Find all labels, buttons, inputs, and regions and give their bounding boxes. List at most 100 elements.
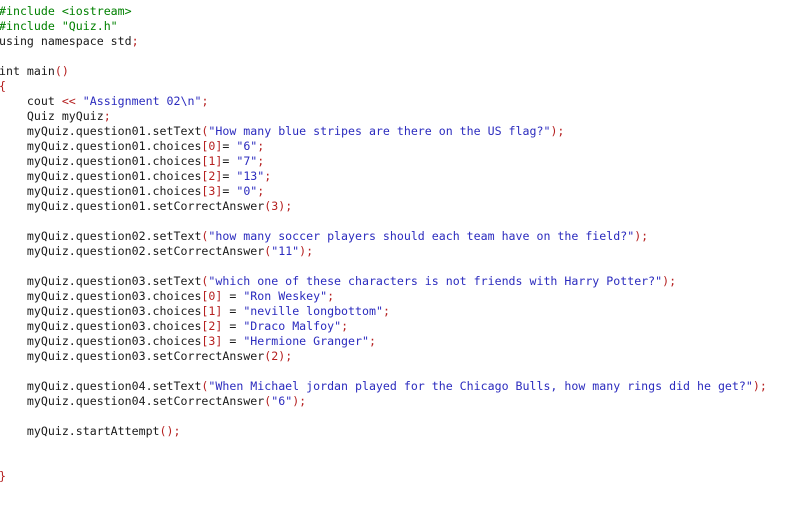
code-line[interactable]: } [0, 469, 767, 484]
code-token-str: "7" [236, 154, 258, 168]
code-token-plain: myQuiz.question04.setCorrectAnswer [0, 394, 265, 408]
code-token-punc: ; [201, 94, 209, 108]
code-token-str: "Hermione Granger" [243, 334, 369, 348]
code-line[interactable]: myQuiz.question01.choices[1]= "7"; [0, 154, 767, 169]
code-token-num: [2] [201, 169, 223, 183]
code-line[interactable]: myQuiz.question01.setCorrectAnswer(3); [0, 199, 767, 214]
code-token-plain: int main [0, 64, 55, 78]
code-token-punc: ; [257, 184, 265, 198]
code-token-pre: #include <iostream> [0, 4, 132, 18]
code-line[interactable]: myQuiz.question04.setCorrectAnswer("6"); [0, 394, 767, 409]
code-token-punc: () [54, 64, 69, 78]
code-line[interactable]: { [0, 79, 767, 94]
code-line[interactable]: myQuiz.question01.choices[0]= "6"; [0, 139, 767, 154]
code-line[interactable]: myQuiz.question03.choices[0] = "Ron Wesk… [0, 289, 767, 304]
code-line[interactable]: #include "Quiz.h" [0, 19, 767, 34]
code-token-punc: (2); [264, 349, 293, 363]
code-token-num: [0] [201, 289, 223, 303]
code-token-num: [2] [201, 319, 223, 333]
code-token-num: [1] [201, 304, 223, 318]
code-token-plain: myQuiz.question03.choices [0, 289, 202, 303]
code-token-str: "neville longbottom" [243, 304, 383, 318]
code-token-brace: } [0, 469, 6, 483]
code-token-plain: myQuiz.question02.setText [0, 229, 202, 243]
code-token-punc: ; [382, 304, 390, 318]
code-token-plain: myQuiz.question01.setText [0, 124, 202, 138]
code-line[interactable] [0, 214, 767, 229]
code-token-plain: myQuiz.question03.setText [0, 274, 202, 288]
code-line[interactable]: #include <iostream> [0, 4, 767, 19]
code-token-plain: = [222, 289, 244, 303]
code-line[interactable]: myQuiz.question03.setCorrectAnswer(2); [0, 349, 767, 364]
code-token-plain: myQuiz.question01.choices [0, 154, 202, 168]
code-token-str: "13" [236, 169, 265, 183]
code-token-plain: myQuiz.startAttempt [0, 424, 160, 438]
code-token-num: [1] [201, 154, 223, 168]
code-line[interactable]: Quiz myQuiz; [0, 109, 767, 124]
code-token-plain: = [222, 169, 237, 183]
code-token-str: "which one of these characters is not fr… [208, 274, 663, 288]
code-token-punc: ); [550, 124, 565, 138]
code-token-str: "Draco Malfoy" [243, 319, 342, 333]
code-token-plain: = [222, 139, 237, 153]
code-line[interactable]: int main() [0, 64, 767, 79]
code-line[interactable]: cout << "Assignment 02\n"; [0, 94, 767, 109]
code-token-punc: ); [292, 394, 307, 408]
code-token-punc: (3); [264, 199, 293, 213]
code-token-str: "11" [271, 244, 300, 258]
code-token-punc: ; [257, 139, 265, 153]
code-line[interactable]: using namespace std; [0, 34, 767, 49]
code-token-plain: myQuiz.question03.setCorrectAnswer [0, 349, 265, 363]
code-token-punc: ); [752, 379, 767, 393]
code-token-plain: myQuiz.question01.choices [0, 139, 202, 153]
code-line[interactable] [0, 409, 767, 424]
code-line[interactable]: myQuiz.question02.setText("how many socc… [0, 229, 767, 244]
code-token-str: "When Michael jordan played for the Chic… [208, 379, 753, 393]
code-line[interactable]: myQuiz.question02.setCorrectAnswer("11")… [0, 244, 767, 259]
code-line[interactable]: myQuiz.question03.choices[2] = "Draco Ma… [0, 319, 767, 334]
code-line[interactable]: myQuiz.question03.choices[1] = "neville … [0, 304, 767, 319]
code-line[interactable] [0, 364, 767, 379]
code-line[interactable]: myQuiz.question03.setText("which one of … [0, 274, 767, 289]
code-editor-pane[interactable]: #include <iostream> #include "Quiz.h" usin… [0, 0, 791, 525]
code-token-str: "6" [271, 394, 293, 408]
code-token-punc: ); [634, 229, 649, 243]
code-line[interactable]: myQuiz.question01.setText("How many blue… [0, 124, 767, 139]
code-token-plain: myQuiz.question02.setCorrectAnswer [0, 244, 265, 258]
code-token-plain: cout [0, 94, 62, 108]
source-code-text[interactable]: #include <iostream> #include "Quiz.h" usin… [0, 4, 767, 484]
code-token-punc: << [61, 94, 76, 108]
code-token-num: [3] [201, 184, 223, 198]
code-token-str: "Assignment 02\n" [82, 94, 202, 108]
code-line[interactable]: myQuiz.question03.choices[3] = "Hermione… [0, 334, 767, 349]
code-line[interactable] [0, 439, 767, 454]
code-token-plain: myQuiz.question03.choices [0, 304, 202, 318]
code-line[interactable]: myQuiz.question01.choices[2]= "13"; [0, 169, 767, 184]
code-line[interactable]: myQuiz.startAttempt(); [0, 424, 767, 439]
code-line[interactable] [0, 49, 767, 64]
code-token-str: "6" [236, 139, 258, 153]
code-token-str: "0" [236, 184, 258, 198]
code-token-plain: myQuiz.question03.choices [0, 334, 202, 348]
code-token-num: [3] [201, 334, 223, 348]
code-token-pre: #include "Quiz.h" [0, 19, 118, 33]
code-token-plain: = [222, 184, 237, 198]
code-line[interactable]: myQuiz.question01.choices[3]= "0"; [0, 184, 767, 199]
code-token-str: "how many soccer players should each tea… [208, 229, 635, 243]
code-token-punc: ; [264, 169, 272, 183]
code-token-plain: = [222, 304, 244, 318]
code-token-plain: myQuiz.question01.choices [0, 184, 202, 198]
code-token-brace: { [0, 79, 6, 93]
code-line[interactable] [0, 259, 767, 274]
code-line[interactable] [0, 454, 767, 469]
code-line[interactable]: myQuiz.question04.setText("When Michael … [0, 379, 767, 394]
code-token-plain: myQuiz.question04.setText [0, 379, 202, 393]
code-token-plain: Quiz myQuiz [0, 109, 104, 123]
code-token-plain: myQuiz.question03.choices [0, 319, 202, 333]
code-token-punc: ; [131, 34, 139, 48]
code-token-plain: myQuiz.question01.setCorrectAnswer [0, 199, 265, 213]
code-token-plain: myQuiz.question01.choices [0, 169, 202, 183]
code-token-punc: ); [662, 274, 677, 288]
code-token-str: "How many blue stripes are there on the … [208, 124, 551, 138]
